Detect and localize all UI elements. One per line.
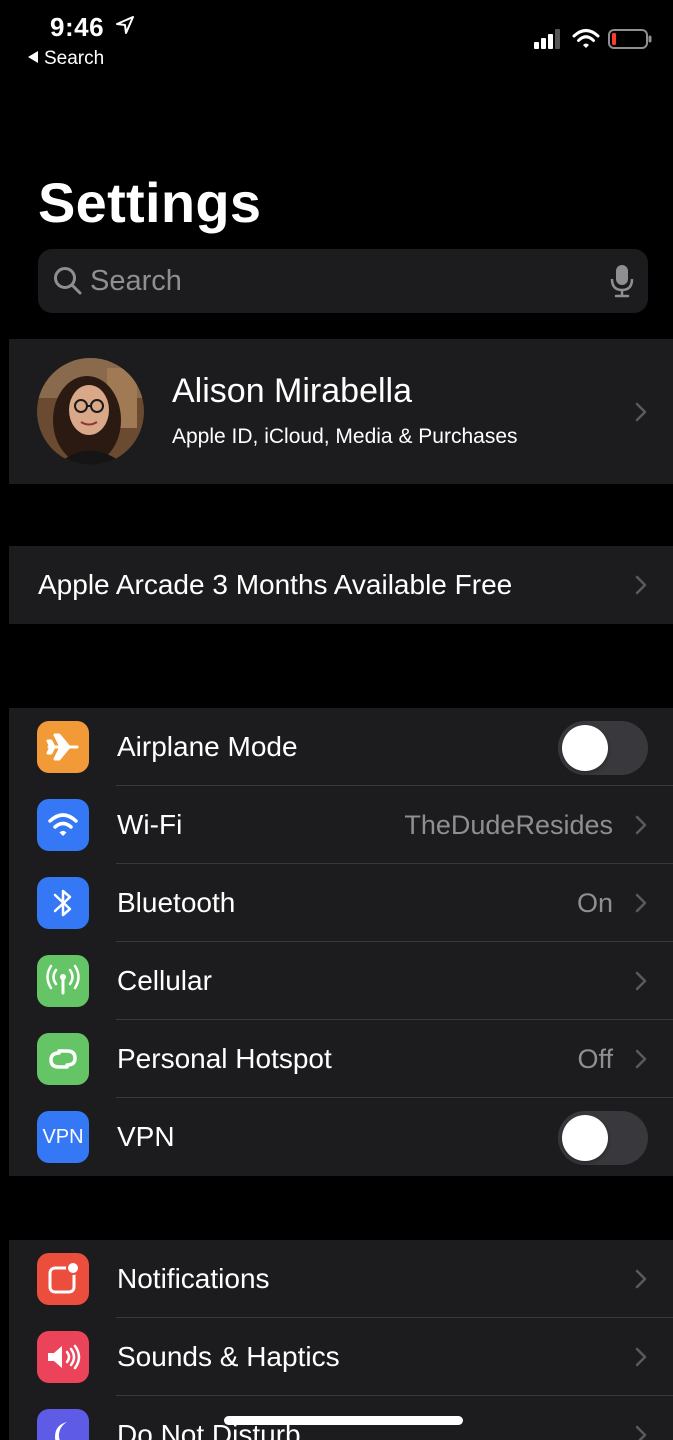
chevron-right-icon	[634, 1048, 648, 1070]
location-arrow-icon	[116, 16, 134, 34]
chevron-right-icon	[634, 970, 648, 992]
bluetooth-status-value: On	[576, 888, 613, 918]
bluetooth-label: Bluetooth	[117, 887, 236, 918]
profile-subtitle: Apple ID, iCloud, Media & Purchases	[172, 425, 518, 448]
vpn-toggle[interactable]	[558, 1111, 648, 1165]
apple-arcade-offer-row[interactable]: Apple Arcade 3 Months Available Free	[9, 546, 673, 624]
general-settings-group: Notifications Sounds & Haptics Do Not Di…	[9, 1240, 673, 1440]
status-time: 9:46	[50, 12, 105, 42]
back-label: Search	[44, 48, 105, 69]
vpn-icon: VPN	[37, 1111, 89, 1163]
personal-hotspot-label: Personal Hotspot	[117, 1043, 332, 1074]
wifi-network-value: TheDudeResides	[404, 810, 613, 840]
vpn-icon-text: VPN	[42, 1126, 84, 1148]
microphone-icon[interactable]	[610, 263, 634, 299]
moon-icon	[37, 1409, 89, 1440]
cellular-signal-icon	[534, 29, 560, 49]
wifi-status-icon	[572, 29, 600, 48]
chevron-right-icon	[634, 814, 648, 836]
back-to-search-link[interactable]: Search	[28, 48, 104, 70]
bluetooth-row[interactable]: Bluetooth On	[9, 864, 673, 942]
cellular-row[interactable]: Cellular	[9, 942, 673, 1020]
personal-hotspot-value: Off	[577, 1044, 613, 1074]
hotspot-icon	[37, 1033, 89, 1085]
home-indicator[interactable]	[224, 1416, 463, 1425]
speaker-icon	[37, 1331, 89, 1383]
wifi-icon	[37, 799, 89, 851]
notifications-row[interactable]: Notifications	[9, 1240, 673, 1318]
chevron-right-icon	[634, 1268, 648, 1290]
profile-row[interactable]: Alison Mirabella Apple ID, iCloud, Media…	[9, 339, 673, 484]
chevron-right-icon	[634, 1424, 648, 1440]
toggle-knob	[562, 725, 608, 771]
search-icon	[54, 267, 82, 295]
search-bar[interactable]	[38, 249, 648, 313]
vpn-label: VPN	[117, 1121, 175, 1152]
page-title: Settings	[38, 171, 262, 234]
chevron-right-icon	[634, 1346, 648, 1368]
bluetooth-icon	[37, 877, 89, 929]
connectivity-settings-group: Airplane Mode Wi-Fi TheDudeResides Bluet…	[9, 708, 673, 1176]
vpn-row[interactable]: VPN VPN	[9, 1098, 673, 1176]
search-input[interactable]	[90, 249, 590, 313]
arcade-offer-label: Apple Arcade 3 Months Available Free	[38, 569, 513, 600]
battery-icon	[608, 29, 652, 49]
airplane-mode-row[interactable]: Airplane Mode	[9, 708, 673, 786]
toggle-knob	[562, 1115, 608, 1161]
sounds-haptics-row[interactable]: Sounds & Haptics	[9, 1318, 673, 1396]
wifi-row[interactable]: Wi-Fi TheDudeResides	[9, 786, 673, 864]
status-bar: 9:46 Search	[0, 0, 673, 80]
wifi-label: Wi-Fi	[117, 809, 183, 840]
sounds-haptics-label: Sounds & Haptics	[117, 1341, 340, 1372]
back-triangle-icon	[28, 51, 38, 63]
profile-name: Alison Mirabella	[172, 372, 412, 410]
chevron-right-icon	[634, 574, 648, 596]
airplane-icon	[37, 721, 89, 773]
cellular-antenna-icon	[37, 955, 89, 1007]
chevron-right-icon	[634, 892, 648, 914]
notifications-label: Notifications	[117, 1263, 270, 1294]
airplane-mode-toggle[interactable]	[558, 721, 648, 775]
avatar	[37, 358, 144, 465]
notifications-icon	[37, 1253, 89, 1305]
personal-hotspot-row[interactable]: Personal Hotspot Off	[9, 1020, 673, 1098]
cellular-label: Cellular	[117, 965, 212, 996]
airplane-mode-label: Airplane Mode	[117, 731, 298, 762]
chevron-right-icon	[634, 401, 648, 423]
